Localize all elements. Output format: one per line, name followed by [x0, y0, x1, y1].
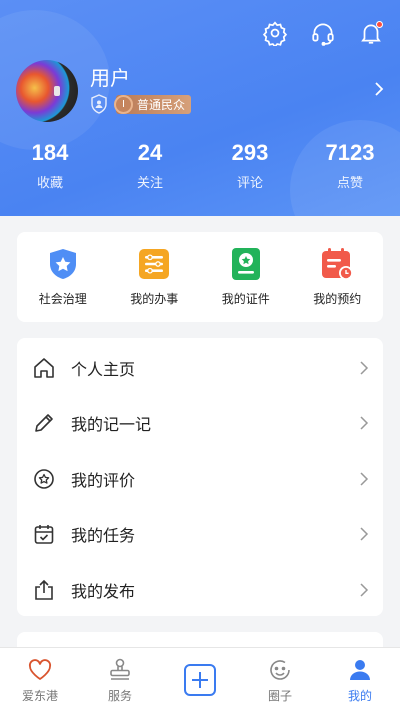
stat-value: 293 — [231, 140, 269, 165]
menu-label: 个人主页 — [71, 359, 136, 379]
stat-following[interactable]: 24 关注 — [100, 140, 200, 191]
tab-mine[interactable]: 我的 — [320, 648, 400, 711]
stat-label: 评论 — [236, 176, 263, 191]
quick-actions-card: 社会治理 我的办事 我的证件 我的预约 — [17, 232, 383, 322]
stat-label: 点赞 — [336, 176, 363, 191]
quick-label: 我的办事 — [130, 292, 179, 306]
heart-icon — [28, 659, 52, 680]
verified-shield-icon — [91, 94, 107, 114]
tab-label: 我的 — [347, 689, 372, 703]
settings-icon[interactable] — [262, 20, 288, 48]
plus-square-icon — [184, 664, 216, 696]
chevron-right-icon[interactable] — [372, 80, 386, 98]
tab-aidonggang[interactable]: 爱东港 — [0, 648, 80, 711]
menu-item-tasks[interactable]: 我的任务 — [17, 507, 383, 563]
menu-label: 我的记一记 — [71, 415, 152, 435]
calendar-check-icon — [34, 525, 54, 545]
level-badge: I 普通民众 — [114, 94, 192, 114]
quick-my-certificates[interactable]: 我的证件 — [200, 232, 292, 322]
quick-label: 我的预约 — [313, 292, 362, 306]
stat-value: 24 — [137, 140, 163, 165]
notification-bell-icon[interactable] — [358, 20, 384, 46]
menu-card: 个人主页 我的记一记 我的评价 我的任务 我的发布 — [17, 338, 383, 616]
chevron-right-icon — [360, 472, 369, 486]
bottom-tab-bar: 爱东港 服务 圈子 我的 — [0, 647, 400, 711]
tab-services[interactable]: 服务 — [80, 648, 160, 711]
level-text: 普通民众 — [137, 97, 186, 112]
police-shield-icon — [49, 249, 76, 279]
tab-publish[interactable] — [160, 648, 240, 711]
quick-label: 社会治理 — [38, 292, 87, 306]
username: 用户 — [90, 68, 130, 90]
header-actions — [262, 20, 384, 48]
user-badges: I 普通民众 — [90, 94, 192, 114]
tab-label: 服务 — [107, 689, 132, 703]
task-list-icon — [139, 249, 170, 279]
share-upload-icon — [35, 579, 53, 600]
chevron-right-icon — [360, 361, 369, 375]
quick-label: 我的证件 — [221, 292, 270, 306]
menu-item-notes[interactable]: 我的记一记 — [17, 396, 383, 452]
avatar[interactable] — [16, 60, 78, 122]
menu-item-posts[interactable]: 我的发布 — [17, 562, 383, 618]
profile-header: 用户 I 普通民众 184 收藏 24 关注 293 评论 7123 点赞 — [0, 0, 400, 216]
stamp-icon — [110, 658, 130, 680]
menu-label: 我的发布 — [71, 581, 136, 601]
star-circle-icon — [34, 468, 54, 489]
chevron-right-icon — [360, 527, 369, 541]
menu-label: 我的任务 — [71, 526, 136, 546]
stat-label: 收藏 — [36, 176, 63, 191]
level-number: I — [114, 94, 133, 114]
stat-value: 7123 — [325, 140, 375, 165]
menu-label: 我的评价 — [71, 470, 136, 490]
quick-my-appointments[interactable]: 我的预约 — [292, 232, 384, 322]
stats-row: 184 收藏 24 关注 293 评论 7123 点赞 — [0, 140, 400, 191]
pencil-icon — [35, 414, 53, 433]
stat-favorites[interactable]: 184 收藏 — [0, 140, 100, 191]
menu-item-reviews[interactable]: 我的评价 — [17, 451, 383, 507]
stat-comments[interactable]: 293 评论 — [200, 140, 300, 191]
tab-label: 爱东港 — [21, 689, 58, 703]
circle-smile-icon — [270, 660, 290, 680]
stat-likes[interactable]: 7123 点赞 — [300, 140, 400, 191]
quick-my-affairs[interactable]: 我的办事 — [109, 232, 201, 322]
certificate-icon — [231, 248, 260, 280]
menu-item-homepage[interactable]: 个人主页 — [17, 340, 383, 396]
stat-value: 184 — [31, 140, 69, 165]
quick-social-governance[interactable]: 社会治理 — [17, 232, 109, 322]
notification-dot — [376, 21, 383, 28]
chevron-right-icon — [360, 416, 369, 430]
calendar-clock-icon — [322, 248, 354, 280]
tab-circles[interactable]: 圈子 — [240, 648, 320, 711]
person-icon — [350, 660, 370, 680]
home-icon — [34, 357, 54, 378]
chevron-right-icon — [360, 583, 369, 597]
stat-label: 关注 — [136, 176, 163, 191]
customer-service-icon[interactable] — [310, 20, 336, 46]
tab-label: 圈子 — [267, 689, 292, 703]
